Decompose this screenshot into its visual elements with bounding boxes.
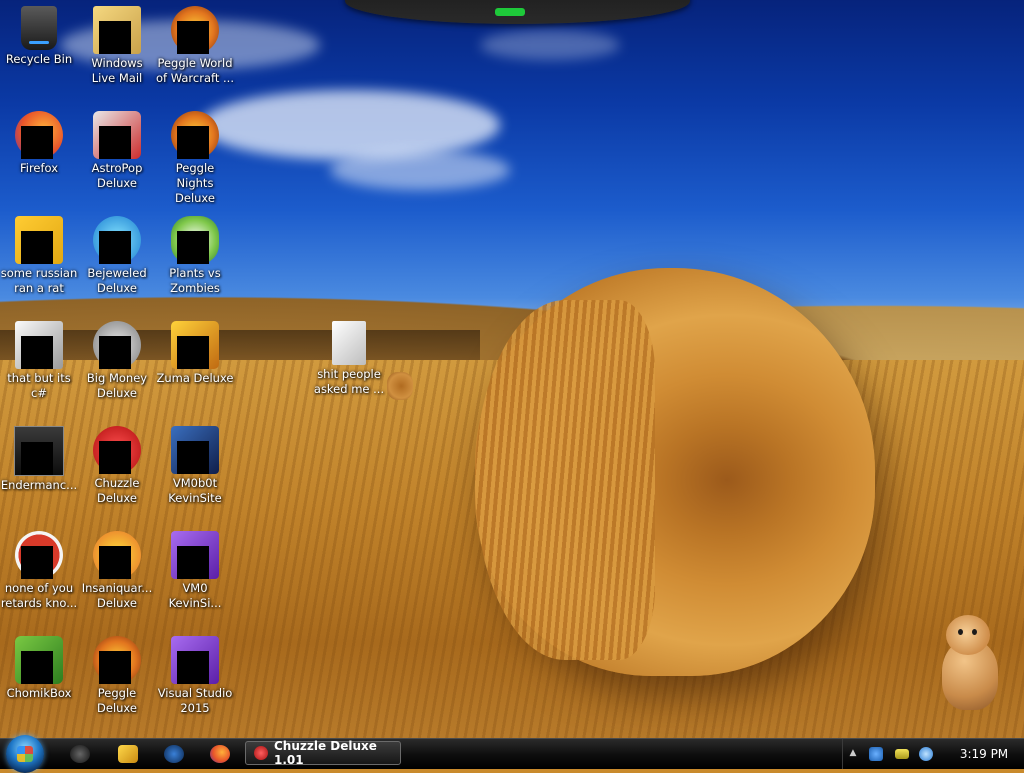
wallpaper-hay-bale-side (475, 300, 655, 660)
windows-live-mail-icon (93, 6, 141, 54)
desktop-icon-label: Insaniquar... Deluxe (81, 581, 153, 610)
desktop-icon-some-russian[interactable]: some russian ran a rat (0, 212, 78, 296)
wallpaper-cloud (200, 90, 500, 160)
desktop-icon-label: VM0 KevinSi... (168, 581, 222, 610)
wallpaper-cloud (480, 30, 620, 60)
system-tray: ▲ 3:19 PM (842, 739, 1024, 769)
desktop-icon-label: Chuzzle Deluxe (94, 476, 140, 505)
battery-icon[interactable] (895, 749, 909, 759)
wallpaper-cloud (330, 150, 510, 190)
dock-indicator-light (495, 8, 525, 16)
ie-shortcut-icon (15, 216, 63, 264)
show-hidden-icons-arrow[interactable]: ▲ (847, 747, 859, 759)
desktop-icon-label: Bejeweled Deluxe (87, 266, 147, 295)
desktop-icon-astropop[interactable]: AstroPop Deluxe (78, 107, 156, 191)
media-player-icon[interactable] (118, 745, 138, 763)
desktop-icon-label: Endermanc... (0, 478, 78, 492)
vm-purple-icon (171, 531, 219, 579)
chomikbox-icon (15, 636, 63, 684)
desktop-icon-label: none of you retards kno... (0, 581, 78, 610)
desktop-icon-label: AstroPop Deluxe (91, 161, 143, 190)
desktop-icon-none-of-you[interactable]: none of you retards kno... (0, 527, 78, 611)
desktop-icon-peggle-deluxe[interactable]: Peggle Deluxe (78, 632, 156, 716)
desktop-icon-label: Visual Studio 2015 (157, 686, 233, 715)
desktop-icon-visual-studio[interactable]: Visual Studio 2015 (156, 632, 234, 716)
hamster-head (946, 615, 990, 655)
chrome-like-icon (15, 531, 63, 579)
astropop-icon (93, 111, 141, 159)
desktop-icon-plants-vs-zombies[interactable]: Plants vs Zombies (156, 212, 234, 296)
desktop-icon-that-but-its-cs[interactable]: that but its c# (0, 317, 78, 401)
desktop-icon-label: ChomikBox (6, 686, 72, 700)
firefox-icon (15, 111, 63, 159)
vm-icon (171, 426, 219, 474)
hamster-desktop-gadget[interactable] (932, 615, 1004, 715)
taskbar-clock[interactable]: 3:19 PM (949, 739, 1019, 769)
browser-globe-icon[interactable] (164, 745, 184, 763)
taskbar-button-chuzzle[interactable]: Chuzzle Deluxe 1.01 (245, 739, 401, 767)
windows-start-orb-icon[interactable] (6, 735, 44, 773)
desktop-icon-label: Peggle Nights Deluxe (175, 161, 215, 205)
desktop-icon-bejeweled[interactable]: Bejeweled Deluxe (78, 212, 156, 296)
hamster-eye (958, 629, 963, 635)
chuzzle-icon (254, 746, 268, 760)
volume-icon[interactable] (919, 747, 933, 761)
insaniquarium-icon (93, 531, 141, 579)
desktop-icon-label: shit people asked me ... (313, 367, 385, 396)
firefox-icon[interactable] (210, 745, 230, 763)
desktop-icon-label: Zuma Deluxe (156, 371, 234, 385)
desktop-icon-chuzzle[interactable]: Chuzzle Deluxe (78, 422, 156, 506)
desktop-icon-label: Firefox (19, 161, 59, 175)
desktop-icon-vm0[interactable]: VM0 KevinSi... (156, 527, 234, 611)
hamster-eye (972, 629, 977, 635)
desktop-icon-big-money[interactable]: Big Money Deluxe (78, 317, 156, 401)
terminal-icon (14, 426, 64, 476)
desktop-icon-zuma[interactable]: Zuma Deluxe (156, 317, 234, 386)
desktop-icon-label: that but its c# (7, 371, 71, 400)
chuzzle-icon (93, 426, 141, 474)
taskbar: Chuzzle Deluxe 1.01 ▲ 3:19 PM (0, 735, 1024, 773)
plants-vs-zombies-icon (171, 216, 219, 264)
desktop-icon-firefox[interactable]: Firefox (0, 107, 78, 176)
desktop-icon-peggle-nights[interactable]: Peggle Nights Deluxe (156, 107, 234, 206)
desktop-icon-shit-people-asked[interactable]: shit people asked me ... (310, 317, 388, 397)
network-icon[interactable] (869, 747, 883, 761)
zuma-icon (171, 321, 219, 369)
desktop-icon-peggle-wow[interactable]: Peggle World of Warcraft ... (156, 2, 234, 86)
big-money-icon (93, 321, 141, 369)
peggle-nights-icon (171, 111, 219, 159)
desktop-icon-label: Plants vs Zombies (169, 266, 221, 295)
desktop-icon-insaniquarium[interactable]: Insaniquar... Deluxe (78, 527, 156, 611)
bejeweled-icon (93, 216, 141, 264)
desktop-icon-label: Windows Live Mail (91, 56, 143, 85)
peggle-icon (93, 636, 141, 684)
media-icon[interactable] (70, 745, 90, 763)
desktop-icon-chomikbox[interactable]: ChomikBox (0, 632, 78, 701)
desktop-icon-label: some russian ran a rat (0, 266, 78, 295)
desktop-icon-label: Big Money Deluxe (86, 371, 148, 400)
desktop-icon-label: Peggle World of Warcraft ... (156, 56, 234, 85)
document-folder-icon (332, 321, 366, 365)
desktop-icon-endermanch[interactable]: Endermanc... (0, 422, 78, 493)
desktop-icon-windows-live-mail[interactable]: Windows Live Mail (78, 2, 156, 86)
wallpaper-small-bale (387, 372, 413, 400)
desktop-icon-recycle-bin[interactable]: Recycle Bin (0, 2, 78, 67)
desktop-icon-label: Peggle Deluxe (97, 686, 137, 715)
desktop-icon-label: Recycle Bin (5, 52, 73, 66)
taskbar-button-label: Chuzzle Deluxe 1.01 (274, 739, 377, 767)
desktop-icon-vm0b0t[interactable]: VM0b0t KevinSite (156, 422, 234, 506)
desktop-icon-label: VM0b0t KevinSite (168, 476, 222, 505)
peggle-wow-icon (171, 6, 219, 54)
copy-shortcut-icon (15, 321, 63, 369)
visual-studio-icon (171, 636, 219, 684)
recycle-bin-icon (21, 6, 57, 50)
